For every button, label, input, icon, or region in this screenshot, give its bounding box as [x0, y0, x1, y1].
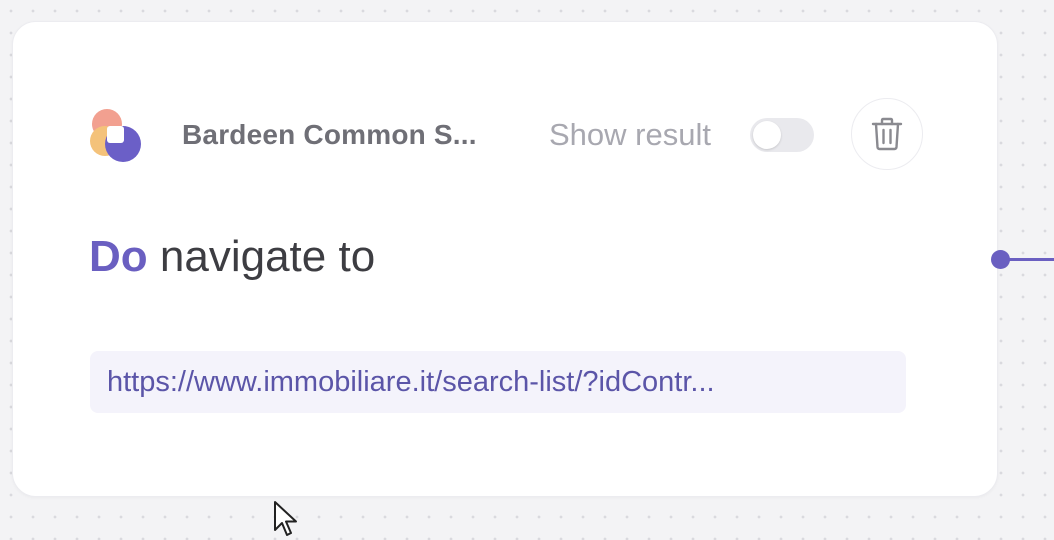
delete-button[interactable]	[851, 98, 923, 170]
url-input-chip[interactable]: https://www.immobiliare.it/search-list/?…	[90, 351, 906, 413]
show-result-toggle[interactable]	[750, 118, 814, 152]
action-keyword: Do	[89, 232, 148, 281]
show-result-label: Show result	[549, 117, 711, 152]
app-name: Bardeen Common S...	[182, 119, 477, 150]
url-value: https://www.immobiliare.it/search-list/?…	[107, 365, 715, 398]
action-description: navigate to	[159, 232, 376, 281]
action-title: Do navigate to	[89, 232, 375, 282]
action-node-card[interactable]: Bardeen Common S... Show result Do navig…	[12, 21, 998, 497]
toggle-knob	[753, 121, 781, 149]
bardeen-logo-icon	[90, 109, 141, 162]
trash-icon	[871, 117, 903, 151]
output-connector-dot[interactable]	[991, 250, 1010, 269]
mouse-cursor-icon	[274, 501, 297, 536]
